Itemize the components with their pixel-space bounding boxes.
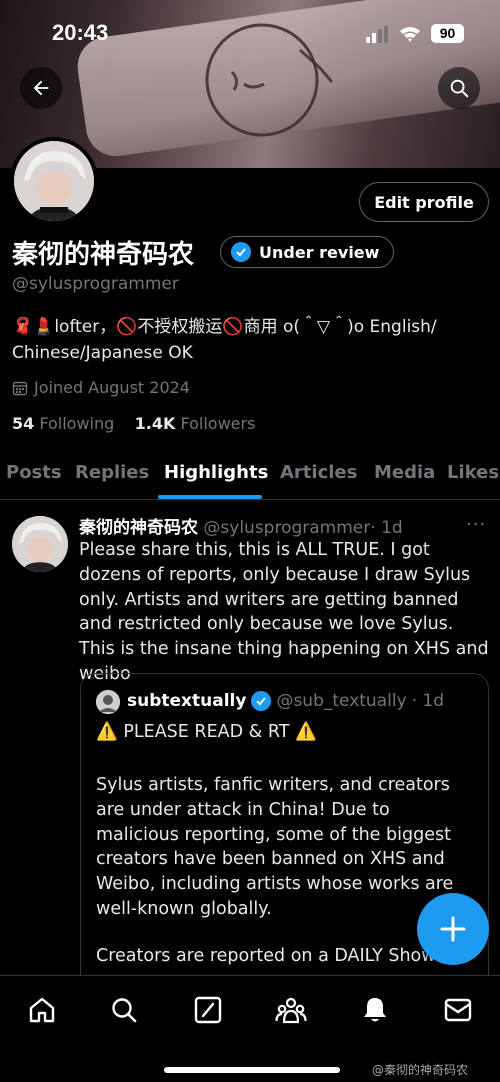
weibo-watermark: @秦彻的神奇码农 [372, 1063, 469, 1077]
joined-date: Joined August 2024 [12, 378, 190, 397]
search-icon [450, 79, 469, 98]
following-link[interactable]: 54 Following [12, 414, 114, 433]
calendar-icon [12, 381, 28, 395]
tab-replies[interactable]: Replies [75, 462, 149, 483]
more-dots-icon[interactable]: ··· [466, 514, 486, 535]
profile-avatar[interactable] [10, 137, 98, 225]
nav-home[interactable] [24, 992, 60, 1028]
profile-tabs: Posts Replies Highlights Articles Media … [0, 452, 500, 500]
tab-highlights[interactable]: Highlights [164, 462, 268, 483]
verified-badge-icon [251, 691, 272, 711]
followers-link[interactable]: 1.4K Followers [135, 414, 256, 433]
joined-text: Joined August 2024 [34, 378, 190, 397]
nav-communities[interactable] [273, 992, 309, 1028]
tweet-text: Please share this, this is ALL TRUE. I g… [79, 540, 489, 684]
status-bar: 20:43 90 [0, 0, 500, 64]
compose-button[interactable] [417, 893, 489, 965]
followers-label: Followers [180, 414, 256, 433]
compose-plus-icon [440, 916, 466, 942]
under-review-badge[interactable]: Under review [220, 236, 395, 268]
quote-headline: ⚠️ PLEASE READ & RT ⚠️ [96, 722, 317, 742]
tweet-author-avatar[interactable] [12, 516, 68, 572]
home-icon [29, 997, 55, 1023]
bio-line-1: 🧣💄lofter，🚫不授权搬运🚫商用 o(＾▽＾)o English/ [12, 317, 437, 337]
quote-body: Sylus artists, fanfic writers, and creat… [96, 775, 454, 919]
quote-author-name: subtextually [127, 691, 247, 711]
profile-handle: @sylusprogrammer [12, 274, 179, 294]
tweet-header: 秦彻的神奇码农 @sylusprogrammer· 1d [79, 513, 403, 538]
battery-indicator: 90 [431, 24, 464, 43]
messages-icon [444, 998, 472, 1022]
tweet-time[interactable]: · 1d [370, 518, 402, 538]
profile-name: 秦彻的神奇码农 [12, 240, 195, 270]
avatar-illustration [14, 141, 94, 221]
following-count: 54 [12, 414, 35, 433]
back-arrow-icon [33, 80, 49, 96]
grok-icon [194, 996, 222, 1024]
nav-grok[interactable] [190, 992, 226, 1028]
tab-media[interactable]: Media [374, 462, 435, 483]
tab-posts[interactable]: Posts [6, 462, 62, 483]
quote-time: · 1d [411, 691, 445, 711]
active-tab-indicator [158, 495, 262, 499]
quoted-tweet[interactable]: subtextually @sub_textually · 1d ⚠️ PLEAS… [80, 673, 489, 1013]
bio-line-2: Chinese/Japanese OK [12, 343, 193, 363]
nav-messages[interactable] [440, 992, 476, 1028]
profile-bio: 🧣💄lofter，🚫不授权搬运🚫商用 o(＾▽＾)o English/ Chin… [12, 314, 492, 366]
badge-label: Under review [259, 242, 380, 262]
status-time: 20:43 [52, 20, 109, 45]
tweet-author-name[interactable]: 秦彻的神奇码农 [79, 518, 198, 538]
tweet-avatar-illustration [12, 516, 68, 572]
following-label: Following [39, 414, 115, 433]
nav-explore[interactable] [106, 992, 142, 1028]
quote-author-avatar [96, 690, 120, 714]
back-button[interactable] [20, 67, 62, 109]
explore-icon [112, 998, 137, 1023]
home-indicator [164, 1067, 340, 1073]
tab-likes[interactable]: Likes [447, 462, 499, 483]
notifications-icon [364, 998, 386, 1022]
verified-badge-icon [231, 242, 251, 262]
communities-icon [275, 997, 307, 1024]
tab-articles[interactable]: Articles [280, 462, 357, 483]
tweet-author-handle[interactable]: @sylusprogrammer [203, 518, 370, 538]
edit-profile-button[interactable]: Edit profile [359, 182, 489, 222]
quote-header: subtextually @sub_textually · 1d [127, 691, 444, 711]
signal-wifi-icon [366, 26, 420, 43]
quote-body-continued: Creators are reported on a DAILY Show [96, 946, 436, 966]
follow-stats: 54 Following 1.4K Followers [12, 414, 255, 433]
search-button[interactable] [438, 67, 480, 109]
quote-author-handle: @sub_textually [276, 691, 407, 711]
followers-count: 1.4K [134, 414, 176, 433]
nav-notifications[interactable] [357, 992, 393, 1028]
